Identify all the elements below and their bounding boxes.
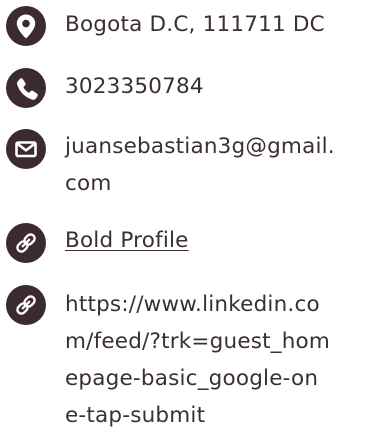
email-line: juansebastian3g@gmail.: [65, 134, 335, 159]
email-text: juansebastian3g@gmail. com: [65, 130, 335, 200]
email-line: com: [65, 171, 112, 196]
linkedin-url-line[interactable]: https://www.linkedin.co: [65, 286, 330, 323]
address-text: Bogota D.C, 111711 DC: [65, 12, 325, 37]
phone-icon: [6, 68, 46, 108]
linkedin-row: https://www.linkedin.co m/feed/?trk=gues…: [6, 285, 330, 434]
link-icon: [6, 285, 46, 325]
link-icon: [6, 223, 46, 263]
bold-profile-link-wrapper: Bold Profile: [65, 224, 189, 257]
bold-profile-link[interactable]: Bold Profile: [65, 228, 189, 253]
linkedin-url-text[interactable]: https://www.linkedin.co m/feed/?trk=gues…: [65, 286, 330, 434]
profile-row: Bold Profile: [6, 223, 189, 263]
linkedin-url-line[interactable]: e-tap-submit: [65, 397, 330, 434]
email-row: juansebastian3g@gmail. com: [6, 129, 335, 200]
phone-row: 3023350784: [6, 68, 204, 108]
phone-text: 3023350784: [65, 74, 204, 99]
linkedin-url-line[interactable]: epage-basic_google-on: [65, 360, 330, 397]
location-pin-icon: [6, 6, 46, 46]
envelope-icon: [6, 129, 46, 169]
address-row: Bogota D.C, 111711 DC: [6, 6, 325, 46]
linkedin-url-line[interactable]: m/feed/?trk=guest_hom: [65, 323, 330, 360]
contact-info-list: Bogota D.C, 111711 DC 3023350784 juanseb…: [0, 0, 389, 441]
